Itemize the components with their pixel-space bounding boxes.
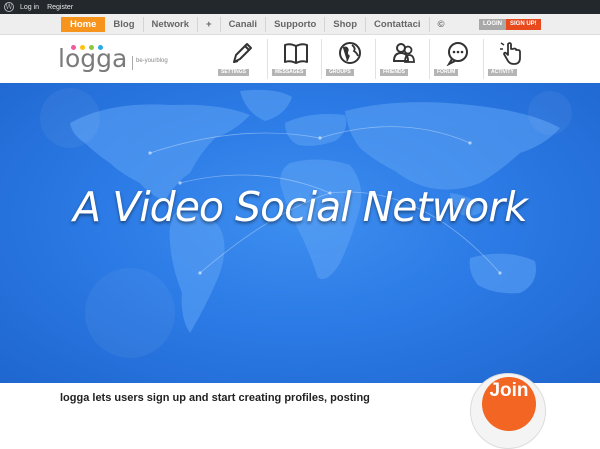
logo-tagline: be-yourblog [136,58,168,64]
signup-button[interactable]: SIGN UP! [506,19,541,30]
feature-activity[interactable]: ACTIVITY [484,39,538,79]
auth-buttons: LOGIN SIGN UP! [479,19,541,30]
menu-item-copyright[interactable]: © [430,17,453,32]
menu-item-more[interactable]: + [198,17,221,32]
admin-login-link[interactable]: Log in [20,4,39,11]
admin-bar: W Log in Register [0,0,600,14]
login-button[interactable]: LOGIN [479,19,506,30]
logo-wordmark: logga [58,44,128,73]
users-icon [392,43,415,63]
feature-label: FRIENDS [380,69,408,76]
join-badge[interactable]: Join [470,373,546,449]
menu-item-contattaci[interactable]: Contattaci [366,17,430,32]
world-map-graphic [40,88,572,358]
menu-item-canali[interactable]: Canali [221,17,267,32]
feature-forum[interactable]: FORUM [430,39,484,79]
wordpress-logo-icon[interactable]: W [4,2,14,12]
feature-label: ACTIVITY [488,69,517,76]
intro-text: logga lets users sign up and start creat… [60,392,370,404]
feature-friends[interactable]: FRIENDS [376,39,430,79]
feature-label: GROUPS [326,69,354,76]
book-icon [284,43,308,64]
top-navigation: Home Blog Network + Canali Supporto Shop… [0,14,600,35]
globe-icon [339,42,361,64]
feature-messages[interactable]: MESSAGES [268,39,322,79]
menu-item-network[interactable]: Network [144,17,198,32]
hand-pointer-icon [500,42,521,65]
pencil-icon [233,43,252,63]
feature-navigation: SETTINGS MESSAGES GROUPS FRIENDS FORUM A… [214,39,538,79]
site-logo[interactable]: logga be-yourblog [58,42,178,76]
join-button[interactable]: Join [482,377,536,431]
hero-title: A Video Social Network [73,183,528,231]
menu-item-shop[interactable]: Shop [325,17,367,32]
join-label: Join [489,380,529,401]
feature-label: SETTINGS [218,69,250,76]
logo-separator [132,56,133,70]
feature-settings[interactable]: SETTINGS [214,39,268,79]
menu-item-blog[interactable]: Blog [105,17,144,32]
site-header: logga be-yourblog SETTINGS MESSAGES GROU… [0,35,600,83]
feature-groups[interactable]: GROUPS [322,39,376,79]
menu-item-supporto[interactable]: Supporto [266,17,326,32]
menu-item-home[interactable]: Home [61,17,106,32]
chat-bubble-icon [446,42,468,66]
feature-label: FORUM [434,69,459,76]
feature-label: MESSAGES [272,69,307,76]
admin-register-link[interactable]: Register [47,4,73,11]
main-menu: Home Blog Network + Canali Supporto Shop… [61,17,453,32]
hero-banner: A Video Social Network [0,83,600,383]
